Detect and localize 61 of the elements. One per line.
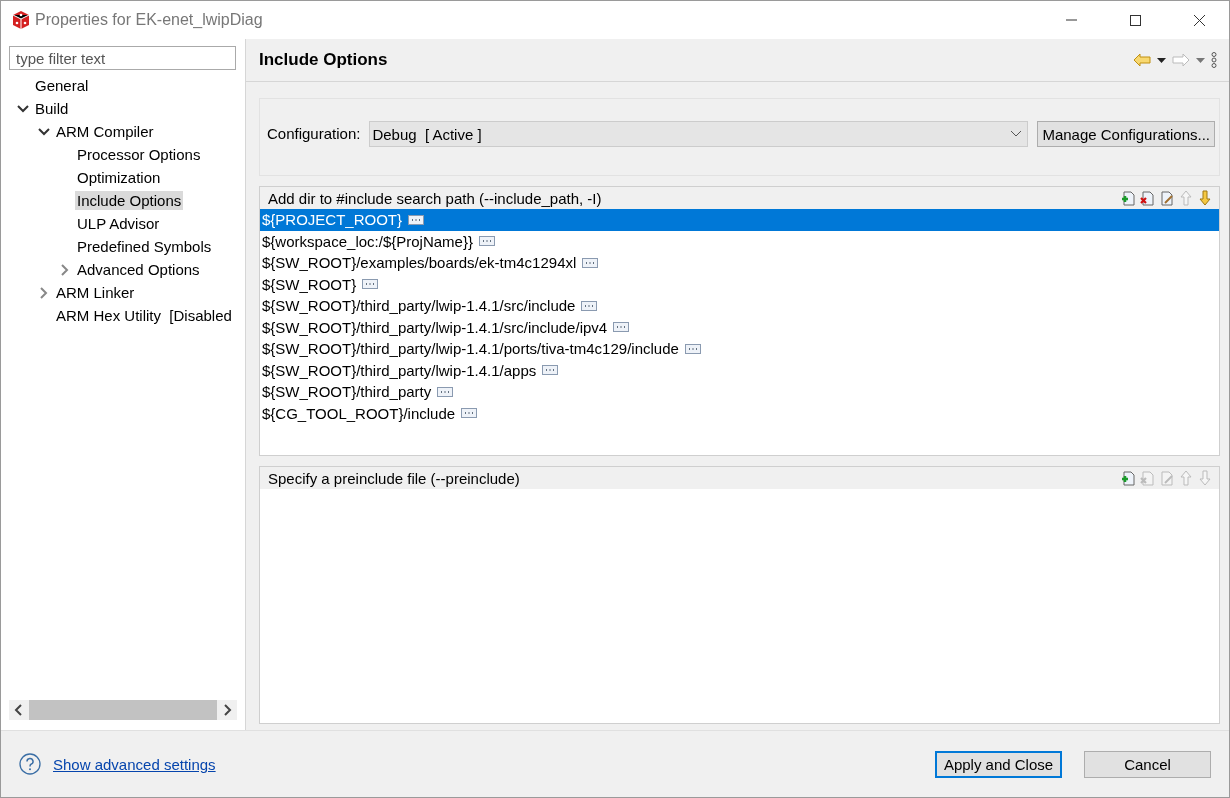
down-arrow-icon[interactable] xyxy=(1197,190,1213,206)
cancel-button[interactable]: Cancel xyxy=(1084,750,1211,778)
show-advanced-settings-link[interactable]: Show advanced settings xyxy=(53,755,913,773)
apply-and-close-button[interactable]: Apply and Close xyxy=(935,750,1062,778)
horizontal-scrollbar[interactable] xyxy=(9,700,237,720)
ellipsis-icon[interactable] xyxy=(408,214,425,225)
chevron-down-icon[interactable] xyxy=(38,125,50,138)
delete-document-icon[interactable] xyxy=(1140,190,1156,206)
configuration-dropdown[interactable]: Debug [ Active ] xyxy=(369,121,1029,147)
tree-item[interactable]: ARM Linker xyxy=(54,283,137,302)
close-icon[interactable] xyxy=(1193,14,1205,26)
tree-item[interactable]: ARM Hex Utility [Disabled xyxy=(54,306,234,325)
path-list-item[interactable]: ${SW_ROOT}/third_party xyxy=(260,381,1219,403)
ellipsis-icon[interactable] xyxy=(461,408,478,419)
chevron-down-icon xyxy=(1011,131,1022,137)
filter-field[interactable]: type filter text xyxy=(9,46,236,70)
minimize-icon[interactable] xyxy=(1065,19,1077,21)
add-document-icon[interactable] xyxy=(1121,470,1137,487)
manage-configurations-button[interactable]: Manage Configurations... xyxy=(1037,121,1215,147)
back-arrow-icon[interactable] xyxy=(1133,53,1151,67)
path-list-item[interactable]: ${SW_ROOT}/third_party/lwip-1.4.1/apps xyxy=(260,359,1219,381)
ellipsis-icon[interactable] xyxy=(478,236,495,247)
tree-item[interactable]: ULP Advisor xyxy=(75,214,162,233)
page-title: Include Options xyxy=(259,50,389,70)
edit-document-icon[interactable] xyxy=(1159,190,1175,206)
window-title: Properties for EK-enet_lwipDiag xyxy=(35,11,264,29)
ellipsis-icon[interactable] xyxy=(362,279,379,290)
tree-item[interactable]: Advanced Options xyxy=(75,260,202,279)
tree-item[interactable]: General xyxy=(33,76,91,95)
ellipsis-icon[interactable] xyxy=(542,365,559,376)
chevron-down-icon[interactable] xyxy=(17,102,29,115)
path-list-item[interactable]: ${SW_ROOT}/examples/boards/ek-tm4c1294xl xyxy=(260,252,1219,274)
configuration-label: Configuration: xyxy=(267,124,361,144)
tree-item[interactable]: Processor Options xyxy=(75,145,203,164)
tree-item[interactable]: Predefined Symbols xyxy=(75,237,214,256)
path-list-item[interactable]: ${PROJECT_ROOT} xyxy=(260,209,1219,231)
tree-item[interactable]: Build xyxy=(33,99,71,118)
ellipsis-icon[interactable] xyxy=(582,257,599,268)
tree-item[interactable]: Include Options xyxy=(75,191,184,210)
tree-item[interactable]: Optimization xyxy=(75,168,163,187)
path-list-item[interactable]: ${workspace_loc:/${ProjName}} xyxy=(260,230,1219,252)
ellipsis-icon[interactable] xyxy=(613,322,630,333)
chevron-right-icon[interactable] xyxy=(38,286,50,299)
dropdown-caret-icon[interactable] xyxy=(1157,57,1166,63)
path-list-item[interactable]: ${SW_ROOT}/third_party/lwip-1.4.1/ports/tiva-tm4c129/include xyxy=(260,338,1219,360)
add-document-icon[interactable] xyxy=(1121,190,1137,206)
help-icon[interactable] xyxy=(19,753,41,775)
path-list-item[interactable]: ${SW_ROOT}/third_party/lwip-1.4.1/src/include/ipv4 xyxy=(260,316,1219,338)
ellipsis-icon[interactable] xyxy=(437,386,454,397)
chevron-right-icon[interactable] xyxy=(59,263,71,276)
dice-icon xyxy=(11,10,31,30)
ellipsis-icon[interactable] xyxy=(684,343,701,354)
path-list-item[interactable]: ${SW_ROOT} xyxy=(260,273,1219,295)
path-list-item[interactable]: ${SW_ROOT}/third_party/lwip-1.4.1/src/include xyxy=(260,295,1219,317)
list-title: Add dir to #include search path (--include_path, -I) xyxy=(268,189,603,207)
maximize-icon[interactable] xyxy=(1129,14,1141,26)
tree-item[interactable]: ARM Compiler xyxy=(54,122,156,141)
list-title: Specify a preinclude file (--preinclude) xyxy=(268,469,521,487)
path-list-item[interactable]: ${CG_TOOL_ROOT}/include xyxy=(260,402,1219,424)
more-options-icon[interactable] xyxy=(1211,52,1217,68)
ellipsis-icon[interactable] xyxy=(581,300,598,311)
